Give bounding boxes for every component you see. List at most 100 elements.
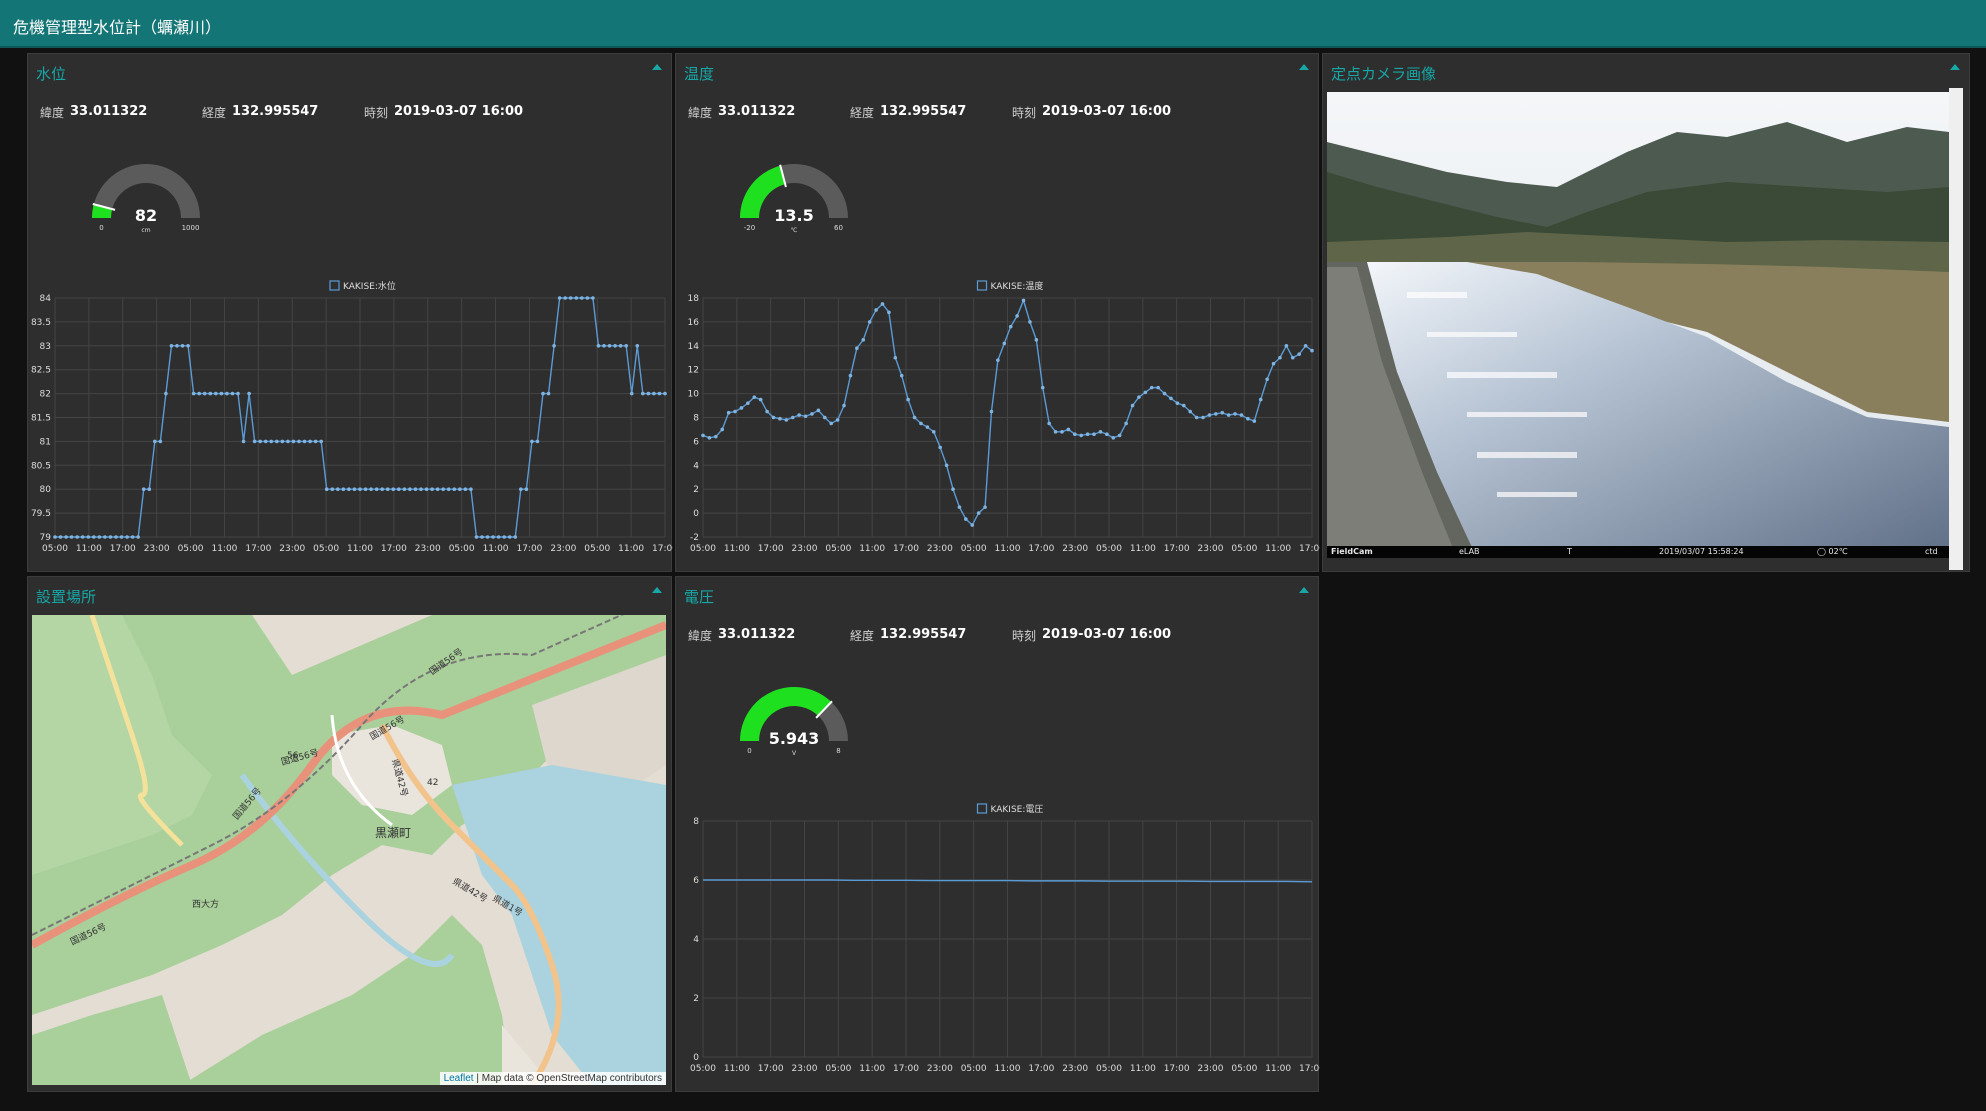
collapse-icon[interactable] [1299,587,1309,593]
y-tick-label: 82 [40,390,51,400]
data-point [635,344,640,348]
data-point [114,535,118,539]
panel-header[interactable]: 設置場所 [28,577,671,609]
x-tick-label: 17:00 [1164,1064,1190,1074]
y-tick-label: 83.5 [31,318,51,328]
legend-label: KAKISE:温度 [991,280,1044,292]
longitude-value: 132.995547 [880,627,967,642]
data-point [810,412,814,416]
x-tick-label: 23:00 [279,544,305,554]
data-point [1085,432,1090,437]
data-point [1092,432,1096,437]
location-map[interactable]: 国道56号 国道56号 国道56号 国道56号 国道56号 56 42 黒瀬町 … [32,615,666,1085]
x-tick-label: 11:00 [1265,544,1291,554]
scrollbar[interactable] [1949,88,1963,570]
panel-header[interactable]: 電圧 [676,577,1318,609]
x-tick-label: 05:00 [449,544,475,554]
collapse-icon[interactable] [652,64,662,70]
data-point [75,535,79,539]
y-tick-label: 4 [693,935,699,945]
x-tick-label: 11:00 [724,1064,750,1074]
panel-title: 設置場所 [36,588,97,606]
data-point [369,487,373,491]
y-tick-label: 6 [693,876,699,886]
camera-overlay-text: FieldCam [1331,547,1373,556]
gauge-value: 82 [135,206,157,225]
collapse-icon[interactable] [652,587,662,593]
y-tick-label: 0 [693,1053,699,1063]
data-point [97,535,102,539]
data-point [535,439,540,444]
data-point [341,487,346,491]
data-point [1002,341,1007,346]
data-point [347,487,351,491]
longitude-value: 132.995547 [880,104,967,119]
data-point [496,535,501,539]
map-tiles: 国道56号 国道56号 国道56号 国道56号 国道56号 56 42 黒瀬町 … [32,615,666,1085]
camera-overlay-text: eLAB [1459,547,1480,556]
panel-header[interactable]: 定点カメラ画像 [1323,54,1969,86]
panel-title: 定点カメラ画像 [1331,65,1437,83]
data-point [280,439,285,444]
x-tick-label: 17:00 [110,544,136,554]
x-tick-label: 23:00 [927,544,953,554]
x-tick-label: 23:00 [415,544,441,554]
x-tick-label: 11:00 [1130,1064,1156,1074]
x-tick-label: 23:00 [792,1064,818,1074]
data-point [574,296,579,300]
panel-header[interactable]: 温度 [676,54,1318,86]
data-point [1117,433,1122,438]
data-point [363,487,368,491]
data-point [585,296,590,300]
data-point [629,391,634,396]
data-point [568,296,573,300]
x-tick-label: 11:00 [1265,1064,1291,1074]
gauge-min-label: 0 [99,224,103,232]
legend-swatch [329,280,340,291]
data-point [175,344,179,348]
data-point [275,439,279,444]
data-point [1124,421,1128,426]
data-point [1098,430,1103,434]
time-value: 2019-03-07 16:00 [1042,104,1172,119]
gauge-value: 13.5 [774,206,813,225]
leaflet-link[interactable]: Leaflet [444,1073,474,1084]
data-point [391,487,396,491]
collapse-icon[interactable] [1299,64,1309,70]
data-point [1175,401,1180,405]
data-point [1278,355,1282,360]
data-point [302,439,307,444]
data-point [733,409,737,414]
x-tick-label: 17:00 [381,544,407,554]
x-tick-label: 05:00 [825,1064,851,1074]
panel-header[interactable]: 水位 [28,54,671,86]
data-point [485,535,490,539]
data-point [1156,385,1160,390]
x-tick-label: 05:00 [961,544,987,554]
collapse-icon[interactable] [1950,64,1960,70]
data-point [797,413,801,417]
data-point [983,505,987,509]
data-point [86,535,91,539]
data-point [408,487,412,491]
y-tick-label: 79 [40,533,52,543]
gauge-max-label: 1000 [182,224,200,232]
data-point [758,397,763,402]
data-point [513,535,518,539]
data-point [784,418,789,422]
data-point [169,344,174,348]
data-point [976,511,981,515]
camera-image: FieldCam eLAB T 2019/03/07 15:58:24 ◯ 02… [1327,92,1949,558]
water-level-panel: 水位 緯度 33.011322 経度 132.995547 時刻 2019-03… [27,53,673,572]
x-tick-label: 17:00 [1028,544,1054,554]
gauge-unit: V [792,750,797,757]
x-tick-label: 05:00 [690,544,716,554]
data-point [430,487,434,491]
data-point [1297,352,1301,356]
data-point [855,346,859,350]
data-point [1008,324,1013,329]
data-point [829,421,834,426]
data-point [313,439,318,444]
data-point [319,439,323,444]
data-point [803,414,808,419]
